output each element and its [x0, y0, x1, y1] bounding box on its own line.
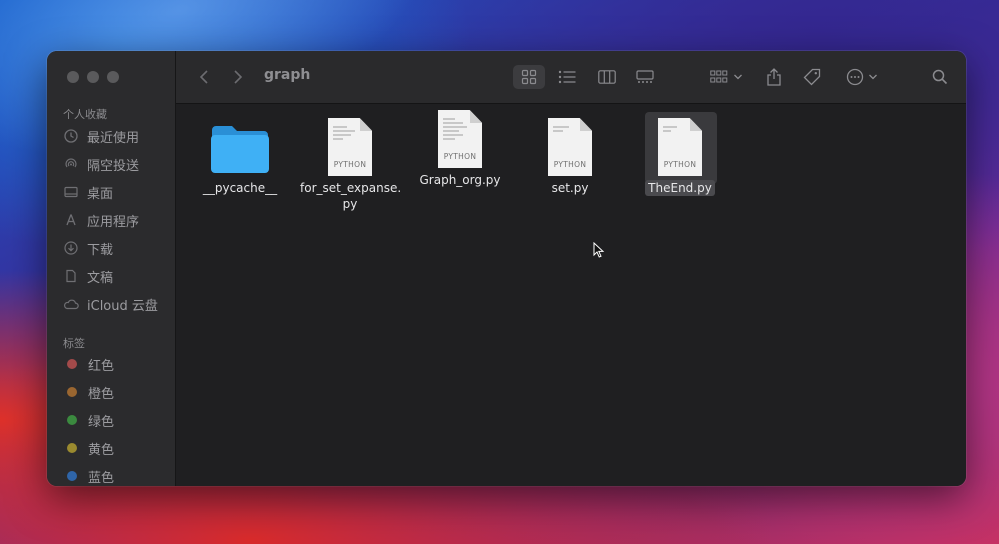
tag-color-dot [67, 415, 77, 425]
sidebar-tag-yellow[interactable]: 黄色 [63, 438, 114, 458]
file-name: Graph_org.py [419, 173, 501, 187]
clock-icon [63, 128, 79, 144]
share-button[interactable] [762, 65, 786, 89]
forward-button[interactable] [228, 65, 248, 89]
sidebar-item-label: 文稿 [87, 270, 114, 286]
chevron-down-icon [869, 74, 877, 80]
sidebar-item-documents[interactable]: 文稿 [63, 266, 113, 286]
sidebar-item-downloads[interactable]: 下载 [63, 238, 113, 258]
search-button[interactable] [928, 65, 952, 89]
download-icon [63, 240, 79, 256]
tag-color-dot [67, 387, 77, 397]
file-item-selected[interactable]: PYTHON TheEnd.py [630, 118, 730, 196]
columns-icon [598, 70, 616, 84]
sidebar-item-label: 黄色 [88, 442, 115, 458]
file-name: for_set_expanse. py [300, 181, 402, 211]
document-icon [63, 268, 79, 284]
file-name: TheEnd.py [630, 180, 730, 196]
file-item[interactable]: PYTHON for_set_expanse. py [300, 118, 402, 212]
zoom-button[interactable] [107, 71, 119, 83]
finder-window: 个人收藏 最近使用 隔空投送 桌面 应用程序 下载 文稿 iCloud 云盘 标… [47, 51, 966, 486]
sidebar-item-label: 蓝色 [88, 470, 115, 486]
gallery-icon [636, 70, 654, 83]
sidebar-item-applications[interactable]: 应用程序 [63, 210, 139, 230]
sidebar-item-label: 应用程序 [87, 214, 140, 230]
sidebar-item-label: 红色 [88, 358, 115, 374]
sidebar-tag-red[interactable]: 红色 [63, 354, 114, 374]
airdrop-icon [63, 156, 79, 172]
group-grid-icon [709, 70, 727, 83]
tag-color-dot [67, 471, 77, 481]
file-name: set.py [551, 181, 589, 195]
tag-color-dot [67, 443, 77, 453]
list-icon [558, 70, 576, 84]
group-by-button[interactable] [706, 65, 746, 89]
sidebar: 个人收藏 最近使用 隔空投送 桌面 应用程序 下载 文稿 iCloud 云盘 标… [47, 51, 176, 486]
search-icon [932, 69, 948, 85]
more-actions-button[interactable] [844, 65, 880, 89]
window-title: graph [264, 67, 311, 83]
tags-section-title: 标签 [63, 337, 85, 350]
python-file-icon: PYTHON [328, 118, 372, 176]
share-icon [767, 68, 781, 86]
file-item[interactable]: PYTHON set.py [520, 118, 620, 196]
file-item[interactable]: PYTHON Graph_org.py [410, 110, 510, 188]
column-view-button[interactable] [592, 65, 622, 89]
file-name: __pycache__ [202, 181, 278, 195]
sidebar-item-label: iCloud 云盘 [87, 298, 158, 314]
icon-view-button[interactable] [513, 65, 545, 89]
sidebar-tag-green[interactable]: 绿色 [63, 410, 114, 430]
mouse-pointer-icon [593, 242, 605, 258]
sidebar-item-airdrop[interactable]: 隔空投送 [63, 154, 139, 174]
tags-button[interactable] [800, 65, 824, 89]
sidebar-tag-blue[interactable]: 蓝色 [63, 466, 114, 486]
sidebar-item-label: 桌面 [87, 186, 114, 202]
grid-icon [521, 69, 537, 85]
sidebar-tag-orange[interactable]: 橙色 [63, 382, 114, 402]
tag-color-dot [67, 359, 77, 369]
gallery-view-button[interactable] [630, 65, 660, 89]
list-view-button[interactable] [552, 65, 582, 89]
sidebar-item-icloud-drive[interactable]: iCloud 云盘 [63, 294, 158, 314]
tag-icon [803, 68, 821, 86]
sidebar-item-label: 橙色 [88, 386, 115, 402]
chevron-down-icon [733, 74, 742, 80]
chevron-right-icon [234, 70, 243, 84]
back-button[interactable] [194, 65, 214, 89]
python-file-icon: PYTHON [548, 118, 592, 176]
cloud-icon [63, 296, 79, 312]
applications-icon [63, 212, 79, 228]
python-file-icon: PYTHON [438, 110, 482, 168]
ellipsis-circle-icon [846, 68, 864, 86]
close-button[interactable] [67, 71, 79, 83]
toolbar: graph [176, 51, 966, 104]
chevron-left-icon [199, 70, 208, 84]
folder-item[interactable]: __pycache__ [190, 122, 290, 196]
window-controls [67, 71, 119, 83]
favorites-section-title: 个人收藏 [63, 108, 107, 121]
sidebar-item-label: 最近使用 [87, 130, 140, 146]
folder-icon [211, 126, 269, 173]
file-browser: __pycache__ PYTHON for_set_expanse. py P… [176, 104, 966, 486]
sidebar-item-recents[interactable]: 最近使用 [63, 126, 139, 146]
desktop-icon [63, 184, 79, 200]
sidebar-item-label: 绿色 [88, 414, 115, 430]
sidebar-item-label: 隔空投送 [87, 158, 140, 174]
sidebar-item-label: 下载 [87, 242, 114, 258]
sidebar-item-desktop[interactable]: 桌面 [63, 182, 113, 202]
minimize-button[interactable] [87, 71, 99, 83]
python-file-icon: PYTHON [658, 118, 702, 176]
